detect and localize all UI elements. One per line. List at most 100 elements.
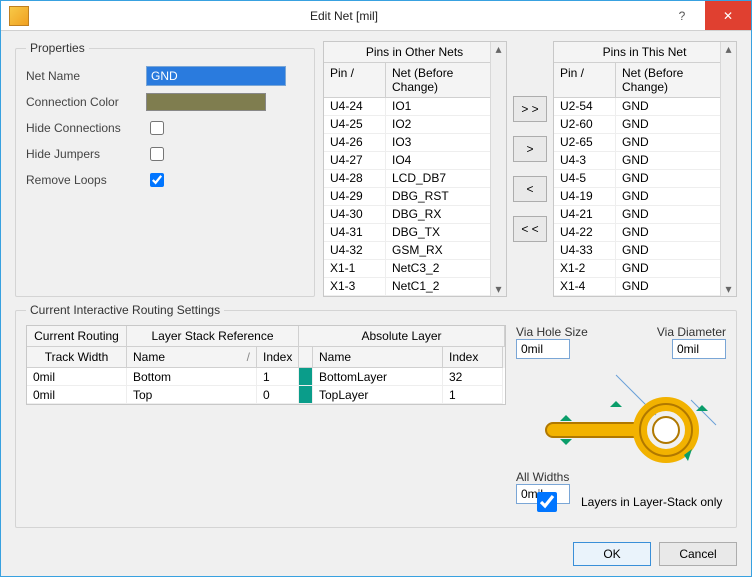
grid-hdr-current[interactable]: Current Routing <box>27 326 127 347</box>
cell-net: GND <box>616 260 736 277</box>
cell-net: GND <box>616 242 736 259</box>
help-button[interactable]: ? <box>659 1 705 30</box>
cell-net: DBG_RST <box>386 188 506 205</box>
scroll-down-icon[interactable]: ▾ <box>725 282 731 296</box>
net-name-label: Net Name <box>26 69 146 83</box>
table-row[interactable]: U4-29DBG_RST <box>324 188 506 206</box>
pins-this-col-pin[interactable]: Pin / <box>554 63 616 97</box>
move-left-button[interactable]: < <box>513 176 547 202</box>
pins-other-list[interactable]: Pins in Other Nets Pin / Net (Before Cha… <box>323 41 507 297</box>
table-row[interactable]: X1-2GND <box>554 260 736 278</box>
table-row[interactable]: U4-5GND <box>554 170 736 188</box>
move-all-right-button[interactable]: > > <box>513 96 547 122</box>
table-row[interactable]: 0milTop0TopLayer1 <box>27 386 505 404</box>
table-row[interactable]: U4-25IO2 <box>324 116 506 134</box>
ok-button[interactable]: OK <box>573 542 651 566</box>
remove-loops-checkbox[interactable] <box>150 173 164 187</box>
routing-grid[interactable]: Current Routing Layer Stack Reference Ab… <box>26 325 506 405</box>
cell-net: GND <box>616 152 736 169</box>
via-diam-input[interactable] <box>672 339 726 359</box>
table-row[interactable]: U4-3GND <box>554 152 736 170</box>
mover-buttons: > > > < < < <box>513 41 547 297</box>
table-row[interactable]: U2-54GND <box>554 98 736 116</box>
cell-net: NetC3_2 <box>386 260 506 277</box>
table-row[interactable]: U2-60GND <box>554 116 736 134</box>
scroll-down-icon[interactable]: ▾ <box>495 282 501 296</box>
via-hole-label: Via Hole Size <box>516 325 588 339</box>
cell-net: GND <box>616 206 736 223</box>
col-abs-index[interactable]: Index <box>443 347 503 368</box>
cell-net: LCD_DB7 <box>386 170 506 187</box>
table-row[interactable]: U4-28LCD_DB7 <box>324 170 506 188</box>
hide-conn-checkbox[interactable] <box>150 121 164 135</box>
table-row[interactable]: 0milBottom1BottomLayer32 <box>27 368 505 386</box>
close-button[interactable]: ✕ <box>705 1 751 30</box>
col-track-width[interactable]: Track Width <box>27 347 127 368</box>
table-row[interactable]: U4-21GND <box>554 206 736 224</box>
table-row[interactable]: X1-1NetC3_2 <box>324 260 506 278</box>
cell-net: GND <box>616 224 736 241</box>
move-right-button[interactable]: > <box>513 136 547 162</box>
net-name-input[interactable] <box>146 66 286 86</box>
all-widths-label: All Widths <box>516 470 570 484</box>
app-icon <box>9 6 29 26</box>
cell-pin: U4-31 <box>324 224 386 241</box>
hide-jump-label: Hide Jumpers <box>26 147 146 161</box>
table-row[interactable]: U4-19GND <box>554 188 736 206</box>
table-row[interactable]: U4-26IO3 <box>324 134 506 152</box>
cell-pin: U4-22 <box>554 224 616 241</box>
cell-pin: U4-5 <box>554 170 616 187</box>
cell-pin: U4-3 <box>554 152 616 169</box>
hide-conn-label: Hide Connections <box>26 121 146 135</box>
scrollbar[interactable]: ▴▾ <box>720 42 736 296</box>
col-stack-name[interactable]: Name/ <box>127 347 257 368</box>
cell-net: GND <box>616 278 736 295</box>
table-row[interactable]: U2-65GND <box>554 134 736 152</box>
pins-other-col-net[interactable]: Net (Before Change) <box>386 63 506 97</box>
scroll-up-icon[interactable]: ▴ <box>495 42 501 56</box>
col-stack-index[interactable]: Index <box>257 347 299 368</box>
grid-hdr-stack[interactable]: Layer Stack Reference <box>127 326 299 347</box>
pins-area: Pins in Other Nets Pin / Net (Before Cha… <box>323 41 737 297</box>
move-all-left-button[interactable]: < < <box>513 216 547 242</box>
dialog-footer: OK Cancel <box>1 536 751 576</box>
layers-only-checkbox[interactable] <box>520 492 574 512</box>
cell-net: NetC1_2 <box>386 278 506 295</box>
col-abs-name[interactable]: Name <box>313 347 443 368</box>
table-row[interactable]: U4-33GND <box>554 242 736 260</box>
scrollbar[interactable]: ▴▾ <box>490 42 506 296</box>
cell-pin: X1-2 <box>554 260 616 277</box>
col-color <box>299 347 313 368</box>
table-row[interactable]: X1-4GND <box>554 278 736 296</box>
pins-this-list[interactable]: Pins in This Net Pin / Net (Before Chang… <box>553 41 737 297</box>
table-row[interactable]: U4-22GND <box>554 224 736 242</box>
pins-other-col-pin[interactable]: Pin / <box>324 63 386 97</box>
table-row[interactable]: U4-27IO4 <box>324 152 506 170</box>
cell-net: GSM_RX <box>386 242 506 259</box>
hide-jump-checkbox[interactable] <box>150 147 164 161</box>
table-row[interactable]: X1-3NetC1_2 <box>324 278 506 296</box>
cell-pin: U4-24 <box>324 98 386 115</box>
via-hole-input[interactable] <box>516 339 570 359</box>
table-row[interactable]: U4-24IO1 <box>324 98 506 116</box>
table-row[interactable]: U4-31DBG_TX <box>324 224 506 242</box>
cell-pin: U4-29 <box>324 188 386 205</box>
via-illustration <box>516 365 726 485</box>
cell-net: GND <box>616 188 736 205</box>
cell-pin: U2-60 <box>554 116 616 133</box>
conn-color-swatch[interactable] <box>146 93 266 111</box>
cancel-button[interactable]: Cancel <box>659 542 737 566</box>
grid-hdr-abs[interactable]: Absolute Layer <box>299 326 505 347</box>
table-row[interactable]: U4-32GSM_RX <box>324 242 506 260</box>
cell-pin: U2-65 <box>554 134 616 151</box>
cell-pin: X1-1 <box>324 260 386 277</box>
table-row[interactable]: U4-30DBG_RX <box>324 206 506 224</box>
scroll-up-icon[interactable]: ▴ <box>725 42 731 56</box>
window-title: Edit Net [mil] <box>29 9 659 23</box>
cell-pin: U4-26 <box>324 134 386 151</box>
titlebar[interactable]: Edit Net [mil] ? ✕ <box>1 1 751 31</box>
pins-this-col-net[interactable]: Net (Before Change) <box>616 63 736 97</box>
pins-this-title: Pins in This Net <box>554 42 736 62</box>
conn-color-label: Connection Color <box>26 95 146 109</box>
cell-net: GND <box>616 98 736 115</box>
